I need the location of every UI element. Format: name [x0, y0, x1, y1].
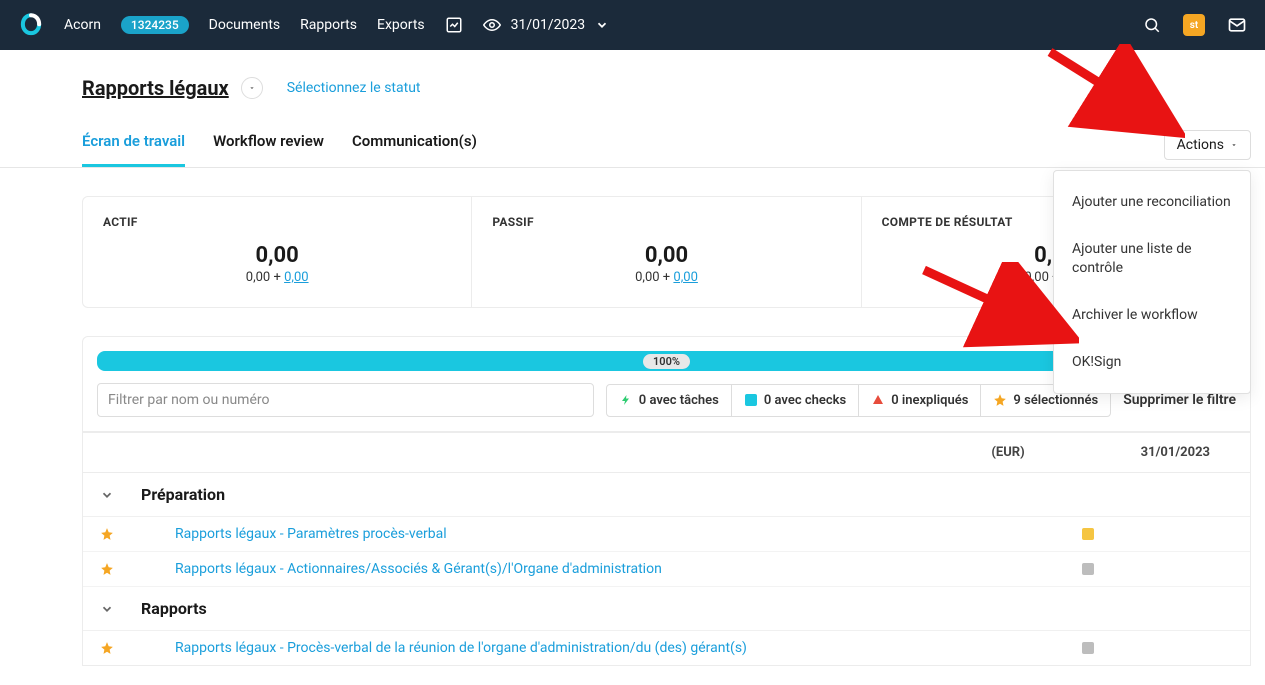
table-header: (EUR) 31/01/2023: [82, 432, 1251, 473]
row-link[interactable]: Rapports légaux - Actionnaires/Associés …: [175, 561, 1068, 577]
table-row: Rapports légaux - Actionnaires/Associés …: [83, 552, 1250, 587]
star-icon[interactable]: [97, 527, 117, 541]
header-currency: (EUR): [991, 445, 1024, 460]
star-icon[interactable]: [97, 641, 117, 655]
status-indicator-icon: [1082, 528, 1094, 540]
card-actif: ACTIF 0,00 0,00 + 0,00: [83, 197, 472, 307]
status-indicator-icon: [1082, 642, 1094, 654]
status-indicator-icon: [1082, 563, 1094, 575]
nav-date[interactable]: 31/01/2023: [511, 17, 586, 33]
section-title: Rapports: [141, 599, 207, 618]
section-rapports: Rapports: [83, 587, 1250, 631]
warning-icon: [871, 393, 885, 407]
tab-communications[interactable]: Communication(s): [352, 122, 477, 167]
nav-exports[interactable]: Exports: [377, 17, 425, 33]
actions-menu: Ajouter une reconciliation Ajouter une l…: [1053, 170, 1251, 394]
menu-add-reconciliation[interactable]: Ajouter une reconciliation: [1054, 179, 1250, 226]
card-sub: 0,00 + 0,00: [103, 270, 451, 285]
card-sub: 0,00 + 0,00: [492, 270, 840, 285]
chip-unexplained[interactable]: 0 inexpliqués: [859, 385, 981, 416]
chart-icon[interactable]: [445, 16, 463, 34]
menu-oksign[interactable]: OK!Sign: [1054, 339, 1250, 386]
page-title[interactable]: Rapports légaux: [82, 76, 229, 100]
table-row: Rapports légaux - Paramètres procès-verb…: [83, 517, 1250, 552]
caret-down-icon: [1230, 141, 1238, 149]
remove-filter-link[interactable]: Supprimer le filtre: [1123, 392, 1236, 408]
page-header: Rapports légaux Sélectionnez le statut: [0, 50, 1265, 108]
chevron-down-icon[interactable]: [595, 18, 609, 32]
menu-add-checklist[interactable]: Ajouter une liste de contrôle: [1054, 226, 1250, 292]
chevron-down-icon[interactable]: [97, 488, 117, 502]
chevron-down-icon[interactable]: [97, 602, 117, 616]
page-title-chevron-icon[interactable]: [241, 77, 263, 99]
row-link[interactable]: Rapports légaux - Paramètres procès-verb…: [175, 526, 1068, 542]
mail-icon[interactable]: [1227, 15, 1247, 35]
eye-icon[interactable]: [483, 16, 501, 34]
filter-input[interactable]: [97, 383, 594, 417]
star-icon[interactable]: [97, 562, 117, 576]
nav-date-group: 31/01/2023: [483, 16, 610, 34]
star-icon: [993, 393, 1007, 407]
nav-org[interactable]: Acorn: [64, 17, 101, 33]
progress-badge: 100%: [643, 354, 690, 369]
card-passif: PASSIF 0,00 0,00 + 0,00: [472, 197, 861, 307]
card-value: 0,00: [492, 243, 840, 268]
nav-documents[interactable]: Documents: [209, 17, 280, 33]
card-sub-link[interactable]: 0,00: [673, 270, 697, 285]
actions-button[interactable]: Actions: [1164, 130, 1251, 160]
tab-workflow-review[interactable]: Workflow review: [213, 122, 324, 167]
card-sub-link[interactable]: 0,00: [284, 270, 308, 285]
bolt-icon: [619, 393, 633, 407]
filter-chip-group: 0 avec tâches 0 avec checks 0 inexpliqué…: [606, 384, 1111, 417]
card-label: ACTIF: [103, 215, 451, 229]
section-preparation: Préparation: [83, 473, 1250, 517]
tabs: Écran de travail Workflow review Communi…: [82, 122, 477, 167]
card-value: 0,00: [103, 243, 451, 268]
table-row: Rapports légaux - Procès-verbal de la ré…: [83, 631, 1250, 665]
card-label: PASSIF: [492, 215, 840, 229]
avatar[interactable]: st: [1183, 14, 1205, 36]
section-title: Préparation: [141, 485, 225, 504]
tabs-row: Écran de travail Workflow review Communi…: [0, 122, 1265, 168]
nav-org-id-badge[interactable]: 1324235: [121, 16, 189, 34]
nav-rapports[interactable]: Rapports: [300, 17, 357, 33]
search-icon[interactable]: [1143, 16, 1161, 34]
square-icon: [744, 393, 758, 407]
header-date: 31/01/2023: [1141, 445, 1210, 460]
app-logo[interactable]: [18, 12, 44, 38]
chip-checks[interactable]: 0 avec checks: [732, 385, 859, 416]
tab-workscreen[interactable]: Écran de travail: [82, 122, 185, 167]
status-select-link[interactable]: Sélectionnez le statut: [287, 80, 421, 96]
top-nav: Acorn 1324235 Documents Rapports Exports…: [0, 0, 1265, 50]
actions-button-label: Actions: [1177, 137, 1224, 153]
rows-wrap: Préparation Rapports légaux - Paramètres…: [82, 473, 1251, 666]
menu-archive-workflow[interactable]: Archiver le workflow: [1054, 292, 1250, 339]
chip-tasks[interactable]: 0 avec tâches: [607, 385, 732, 416]
row-link[interactable]: Rapports légaux - Procès-verbal de la ré…: [175, 640, 1068, 656]
